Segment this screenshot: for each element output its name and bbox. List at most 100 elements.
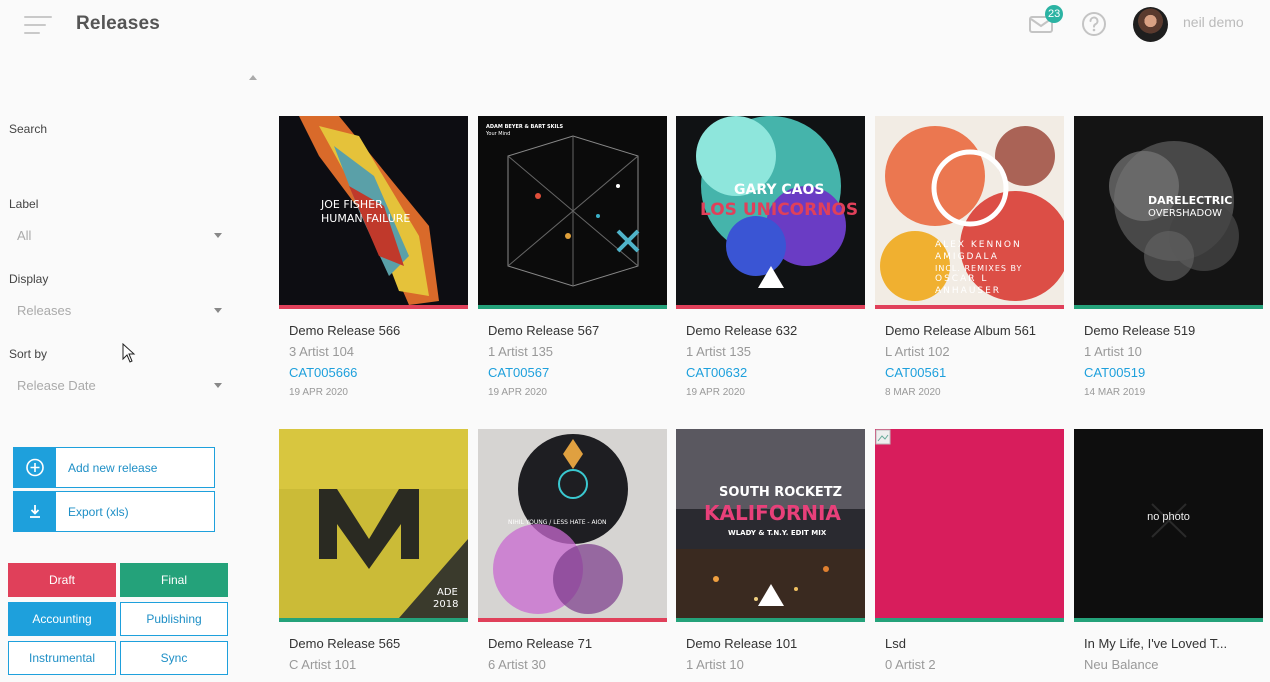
release-title: Lsd <box>885 636 906 651</box>
release-card[interactable]: no photo In My Life, I've Loved T... Neu… <box>1074 429 1263 672</box>
accounting-filter-button[interactable]: Accounting <box>8 602 116 636</box>
publishing-filter-button[interactable]: Publishing <box>120 602 228 636</box>
release-date: 8 MAR 2020 <box>885 387 941 398</box>
release-title: Demo Release Album 561 <box>885 323 1037 338</box>
sort-value: Release Date <box>17 378 96 393</box>
status-bar <box>676 305 865 309</box>
release-title: In My Life, I've Loved T... <box>1084 636 1228 651</box>
draft-filter-button[interactable]: Draft <box>8 563 116 597</box>
status-bar <box>875 618 1064 622</box>
release-artist: 0 Artist 2 <box>885 657 936 672</box>
display-value: Releases <box>17 303 72 318</box>
cover-artist-text: ADAM BEYER & BART SKILS <box>486 124 564 130</box>
sync-filter-button[interactable]: Sync <box>120 641 228 675</box>
release-card[interactable]: JOE FISHER HUMAN FAILURE Demo Release 56… <box>279 116 468 398</box>
mouse-cursor-icon <box>122 343 136 363</box>
cover-line-text: AMIGDALA <box>935 252 999 262</box>
release-catalog[interactable]: CAT005666 <box>289 365 468 380</box>
release-date: 19 APR 2020 <box>488 387 547 398</box>
final-filter-button[interactable]: Final <box>120 563 228 597</box>
release-catalog[interactable]: CAT00519 <box>1084 365 1263 380</box>
export-xls-button[interactable]: Export (xls) <box>13 491 215 532</box>
release-title: Demo Release 565 <box>289 636 401 651</box>
release-artist: Neu Balance <box>1084 657 1159 672</box>
cover-subtitle-text: WLADY & T.N.Y. EDIT MIX <box>728 529 827 537</box>
notification-badge[interactable]: 23 <box>1045 5 1064 23</box>
page-title: Releases <box>76 13 161 34</box>
cover-line-text: ANHAUSER <box>935 286 1002 296</box>
status-bar <box>279 305 468 309</box>
release-artist: C Artist 101 <box>289 657 357 672</box>
release-artist: L Artist 102 <box>885 344 950 359</box>
release-artist: 3 Artist 104 <box>289 344 355 359</box>
release-cover: JOE FISHER HUMAN FAILURE <box>279 116 468 305</box>
release-artist: 1 Artist 10 <box>686 657 744 672</box>
cover-title-text: OVERSHADOW <box>1148 208 1222 219</box>
release-title: Demo Release 71 <box>488 636 593 651</box>
collapse-up-icon[interactable] <box>249 75 257 80</box>
status-bar <box>478 618 667 622</box>
help-icon[interactable] <box>1081 11 1107 37</box>
release-cover: NIHIL YOUNG / LESS HATE - AION <box>478 429 667 618</box>
release-title: Demo Release 567 <box>488 323 600 338</box>
release-cover: no photo <box>1074 429 1263 618</box>
instrumental-filter-button[interactable]: Instrumental <box>8 641 116 675</box>
release-cover: DARELECTRIC OVERSHADOW <box>1074 116 1263 305</box>
release-cover <box>875 429 1064 618</box>
cover-artist-text: GARY CAOS <box>734 182 825 198</box>
cover-artist-text: JOE FISHER <box>321 198 383 211</box>
release-catalog[interactable]: CAT00567 <box>488 365 667 380</box>
user-name[interactable]: neil demo <box>1183 14 1244 30</box>
release-card[interactable]: ADE 2018 Demo Release 565 C Artist 101 <box>279 429 468 672</box>
release-card[interactable]: ADAM BEYER & BART SKILS Your Mind Demo R… <box>478 116 667 398</box>
no-photo-text: no photo <box>1147 511 1190 523</box>
cover-title-text: LOS UNICORNOS <box>700 200 859 220</box>
sort-select[interactable]: Release Date <box>17 378 222 398</box>
release-card[interactable]: ALEX KENNON AMIGDALA INCL. REMIXES BY OS… <box>875 116 1064 398</box>
release-cover: GARY CAOS LOS UNICORNOS <box>676 116 865 305</box>
status-bar <box>1074 305 1263 309</box>
search-label: Search <box>9 122 48 136</box>
label-filter-label: Label <box>9 197 39 211</box>
release-card[interactable]: DARELECTRIC OVERSHADOW Demo Release 519 … <box>1074 116 1263 398</box>
top-bar: Releases 23 neil demo <box>0 0 1270 50</box>
release-card[interactable]: NIHIL YOUNG / LESS HATE - AION Demo Rele… <box>478 429 667 672</box>
menu-icon[interactable] <box>24 14 52 36</box>
cover-title-text: HUMAN FAILURE <box>321 212 411 225</box>
cover-title-text: Your Mind <box>486 131 511 137</box>
release-cover: ALEX KENNON AMIGDALA INCL. REMIXES BY OS… <box>875 116 1064 305</box>
release-date: 19 APR 2020 <box>289 387 348 398</box>
release-catalog[interactable]: CAT00561 <box>885 365 1064 380</box>
release-date: 14 MAR 2019 <box>1084 387 1146 398</box>
release-catalog[interactable]: CAT00632 <box>686 365 865 380</box>
cover-artist-text: ADE <box>437 587 458 598</box>
avatar[interactable] <box>1133 7 1168 42</box>
display-select[interactable]: Releases <box>17 303 222 323</box>
status-bar <box>279 618 468 622</box>
cover-artist-text: SOUTH ROCKETZ <box>719 485 843 500</box>
cover-title-text: KALIFORNIA <box>704 501 841 525</box>
label-filter-select[interactable]: All <box>17 228 222 248</box>
download-icon <box>14 492 56 531</box>
release-card[interactable]: GARY CAOS LOS UNICORNOS Demo Release 632… <box>676 116 865 398</box>
add-new-release-button[interactable]: Add new release <box>13 447 215 488</box>
status-bar <box>478 305 667 309</box>
chevron-down-icon <box>214 233 222 238</box>
release-title: Demo Release 566 <box>289 323 401 338</box>
chevron-down-icon <box>214 308 222 313</box>
add-circle-icon <box>14 448 56 487</box>
release-artist: 1 Artist 10 <box>1084 344 1142 359</box>
release-cover: ADE 2018 <box>279 429 468 618</box>
status-bar <box>676 618 865 622</box>
label-filter-value: All <box>17 228 32 243</box>
display-label: Display <box>9 272 49 286</box>
release-card[interactable]: Lsd 0 Artist 2 <box>875 429 1064 672</box>
release-card[interactable]: SOUTH ROCKETZ KALIFORNIA WLADY & T.N.Y. … <box>676 429 865 672</box>
release-title: Demo Release 101 <box>686 636 798 651</box>
release-title: Demo Release 632 <box>686 323 798 338</box>
sort-label: Sort by <box>9 347 48 361</box>
release-date: 19 APR 2020 <box>686 387 745 398</box>
cover-line-text: INCL. REMIXES BY <box>935 264 1023 273</box>
status-bar <box>1074 618 1263 622</box>
release-artist: 1 Artist 135 <box>488 344 554 359</box>
